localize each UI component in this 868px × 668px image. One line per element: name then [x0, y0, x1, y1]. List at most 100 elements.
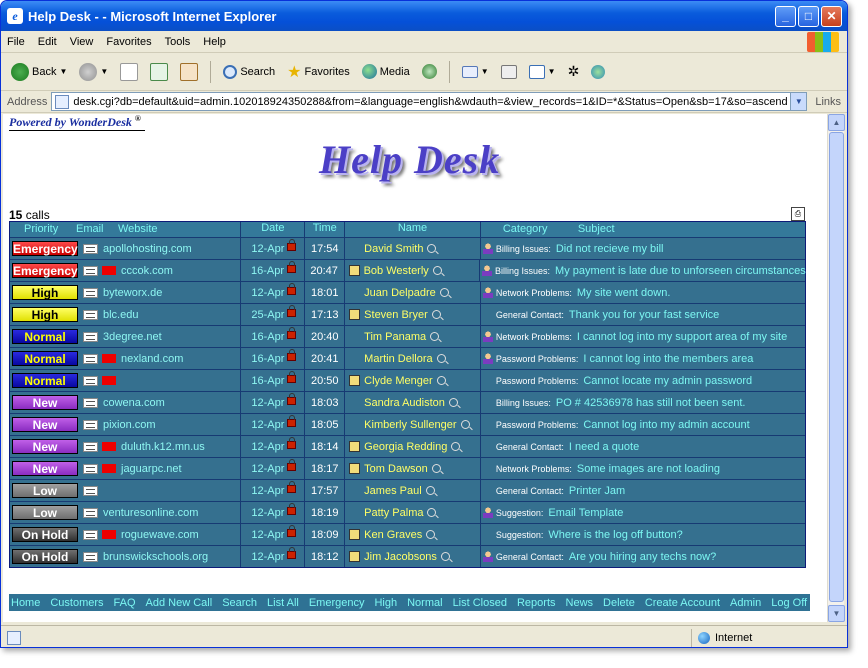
subject-link[interactable]: Email Template — [548, 507, 623, 519]
scroll-thumb[interactable] — [829, 132, 844, 602]
subject-link[interactable]: I need a quote — [569, 441, 639, 453]
priority-badge[interactable]: On Hold — [12, 549, 78, 564]
powered-by-link[interactable]: Powered by WonderDesk ® — [9, 114, 145, 131]
header-email[interactable]: Email — [76, 223, 104, 235]
name-link[interactable]: Patty Palma — [364, 507, 423, 519]
email-icon[interactable] — [83, 375, 98, 386]
subject-link[interactable]: Where is the log off button? — [548, 529, 682, 541]
close-button[interactable]: ✕ — [821, 5, 842, 27]
back-dropdown-icon[interactable]: ▼ — [59, 67, 67, 76]
table-row[interactable]: Emergency apollohosting.com 12-Apr 17:54 Dav… — [10, 237, 805, 259]
website-link[interactable]: 3degree.net — [103, 331, 162, 343]
name-link[interactable]: Georgia Redding — [364, 441, 447, 453]
footer-link-faq[interactable]: FAQ — [114, 597, 136, 609]
name-link[interactable]: Kimberly Sullenger — [364, 419, 456, 431]
name-link[interactable]: Jim Jacobsons — [364, 551, 437, 563]
magnify-icon[interactable] — [439, 288, 449, 297]
footer-link-log-off[interactable]: Log Off — [771, 597, 807, 609]
priority-badge[interactable]: Low — [12, 505, 78, 520]
subject-link[interactable]: My payment is late due to unforseen circ… — [555, 265, 806, 277]
refresh-button[interactable] — [146, 61, 172, 83]
table-row[interactable]: On Hold roguewave.com 12-Apr 18:09 Ken Grave… — [10, 523, 805, 545]
vertical-scrollbar[interactable]: ▲ ▼ — [827, 114, 845, 622]
website-link[interactable]: nexland.com — [121, 353, 183, 365]
table-row[interactable]: Normal nexland.com 16-Apr 20:41 Martin Dello… — [10, 347, 805, 369]
scroll-down-icon[interactable]: ▼ — [828, 605, 845, 622]
name-link[interactable]: Clyde Menger — [364, 375, 432, 387]
website-link[interactable]: byteworx.de — [103, 287, 162, 299]
name-link[interactable]: James Paul — [364, 485, 421, 497]
table-row[interactable]: Low venturesonline.com 12-Apr 18:19 Patty Pa… — [10, 501, 805, 523]
subject-link[interactable]: Cannot locate my admin password — [583, 375, 752, 387]
name-link[interactable]: Steven Bryer — [364, 309, 428, 321]
email-icon[interactable] — [83, 309, 98, 320]
footer-link-news[interactable]: News — [566, 597, 594, 609]
favorites-button[interactable]: ★ Favorites — [283, 60, 354, 84]
email-icon[interactable] — [83, 441, 98, 452]
table-row[interactable]: On Hold brunswickschools.org 12-Apr 18:12 Ji… — [10, 545, 805, 567]
website-link[interactable]: venturesonline.com — [103, 507, 198, 519]
website-link[interactable]: brunswickschools.org — [103, 551, 208, 563]
header-time[interactable]: Time — [305, 222, 346, 237]
magnify-icon[interactable] — [425, 486, 435, 495]
subject-link[interactable]: Some images are not loading — [577, 463, 720, 475]
menu-tools[interactable]: Tools — [165, 36, 191, 48]
export-icon[interactable]: ⎙ — [791, 207, 805, 221]
footer-link-reports[interactable]: Reports — [517, 597, 556, 609]
footer-link-emergency[interactable]: Emergency — [309, 597, 365, 609]
forward-button[interactable]: ▼ — [75, 61, 112, 83]
name-link[interactable]: David Smith — [364, 243, 423, 255]
email-icon[interactable] — [83, 529, 98, 540]
menu-favorites[interactable]: Favorites — [106, 36, 151, 48]
forward-dropdown-icon[interactable]: ▼ — [100, 67, 108, 76]
table-row[interactable]: New jaguarpc.net 12-Apr 18:17 Tom Dawson Netw… — [10, 457, 805, 479]
name-link[interactable]: Sandra Audiston — [364, 397, 445, 409]
email-icon[interactable] — [83, 551, 98, 562]
email-icon[interactable] — [83, 397, 98, 408]
magnify-icon[interactable] — [431, 310, 441, 319]
table-row[interactable]: New pixion.com 12-Apr 18:05 Kimberly Sulleng… — [10, 413, 805, 435]
priority-badge[interactable]: Normal — [12, 373, 78, 388]
minimize-button[interactable]: _ — [775, 5, 796, 27]
priority-badge[interactable]: Emergency — [12, 241, 78, 256]
footer-link-list-closed[interactable]: List Closed — [453, 597, 507, 609]
menu-view[interactable]: View — [70, 36, 94, 48]
email-icon[interactable] — [83, 287, 98, 298]
maximize-button[interactable]: □ — [798, 5, 819, 27]
email-icon[interactable] — [83, 353, 98, 364]
website-link[interactable]: cowena.com — [103, 397, 165, 409]
menu-help[interactable]: Help — [203, 36, 226, 48]
print-button[interactable] — [497, 63, 521, 81]
magnify-icon[interactable] — [460, 420, 470, 429]
magnify-icon[interactable] — [430, 332, 440, 341]
priority-badge[interactable]: New — [12, 417, 78, 432]
email-icon[interactable] — [83, 507, 98, 518]
history-button[interactable] — [418, 62, 441, 81]
footer-link-admin[interactable]: Admin — [730, 597, 761, 609]
website-link[interactable]: duluth.k12.mn.us — [121, 441, 205, 453]
search-button[interactable]: Search — [219, 63, 279, 81]
priority-badge[interactable]: New — [12, 439, 78, 454]
name-link[interactable]: Tim Panama — [364, 331, 426, 343]
header-subject[interactable]: Subject — [578, 223, 615, 235]
magnify-icon[interactable] — [431, 464, 441, 473]
back-button[interactable]: Back ▼ — [7, 61, 71, 83]
stop-button[interactable] — [116, 61, 142, 83]
menu-file[interactable]: File — [7, 36, 25, 48]
magnify-icon[interactable] — [432, 266, 442, 275]
email-icon[interactable] — [83, 485, 98, 496]
header-date[interactable]: Date — [241, 222, 306, 237]
magnify-icon[interactable] — [426, 530, 436, 539]
email-icon[interactable] — [83, 463, 98, 474]
mail-button[interactable]: ▼ — [458, 64, 493, 80]
subject-link[interactable]: PO # 42536978 has still not been sent. — [556, 397, 746, 409]
email-icon[interactable] — [83, 331, 98, 342]
magnify-icon[interactable] — [436, 354, 446, 363]
edit-dropdown-icon[interactable]: ▼ — [548, 67, 556, 76]
website-link[interactable]: pixion.com — [103, 419, 156, 431]
menu-edit[interactable]: Edit — [38, 36, 57, 48]
footer-link-delete[interactable]: Delete — [603, 597, 635, 609]
magnify-icon[interactable] — [448, 398, 458, 407]
magnify-icon[interactable] — [427, 244, 437, 253]
mail-dropdown-icon[interactable]: ▼ — [481, 67, 489, 76]
